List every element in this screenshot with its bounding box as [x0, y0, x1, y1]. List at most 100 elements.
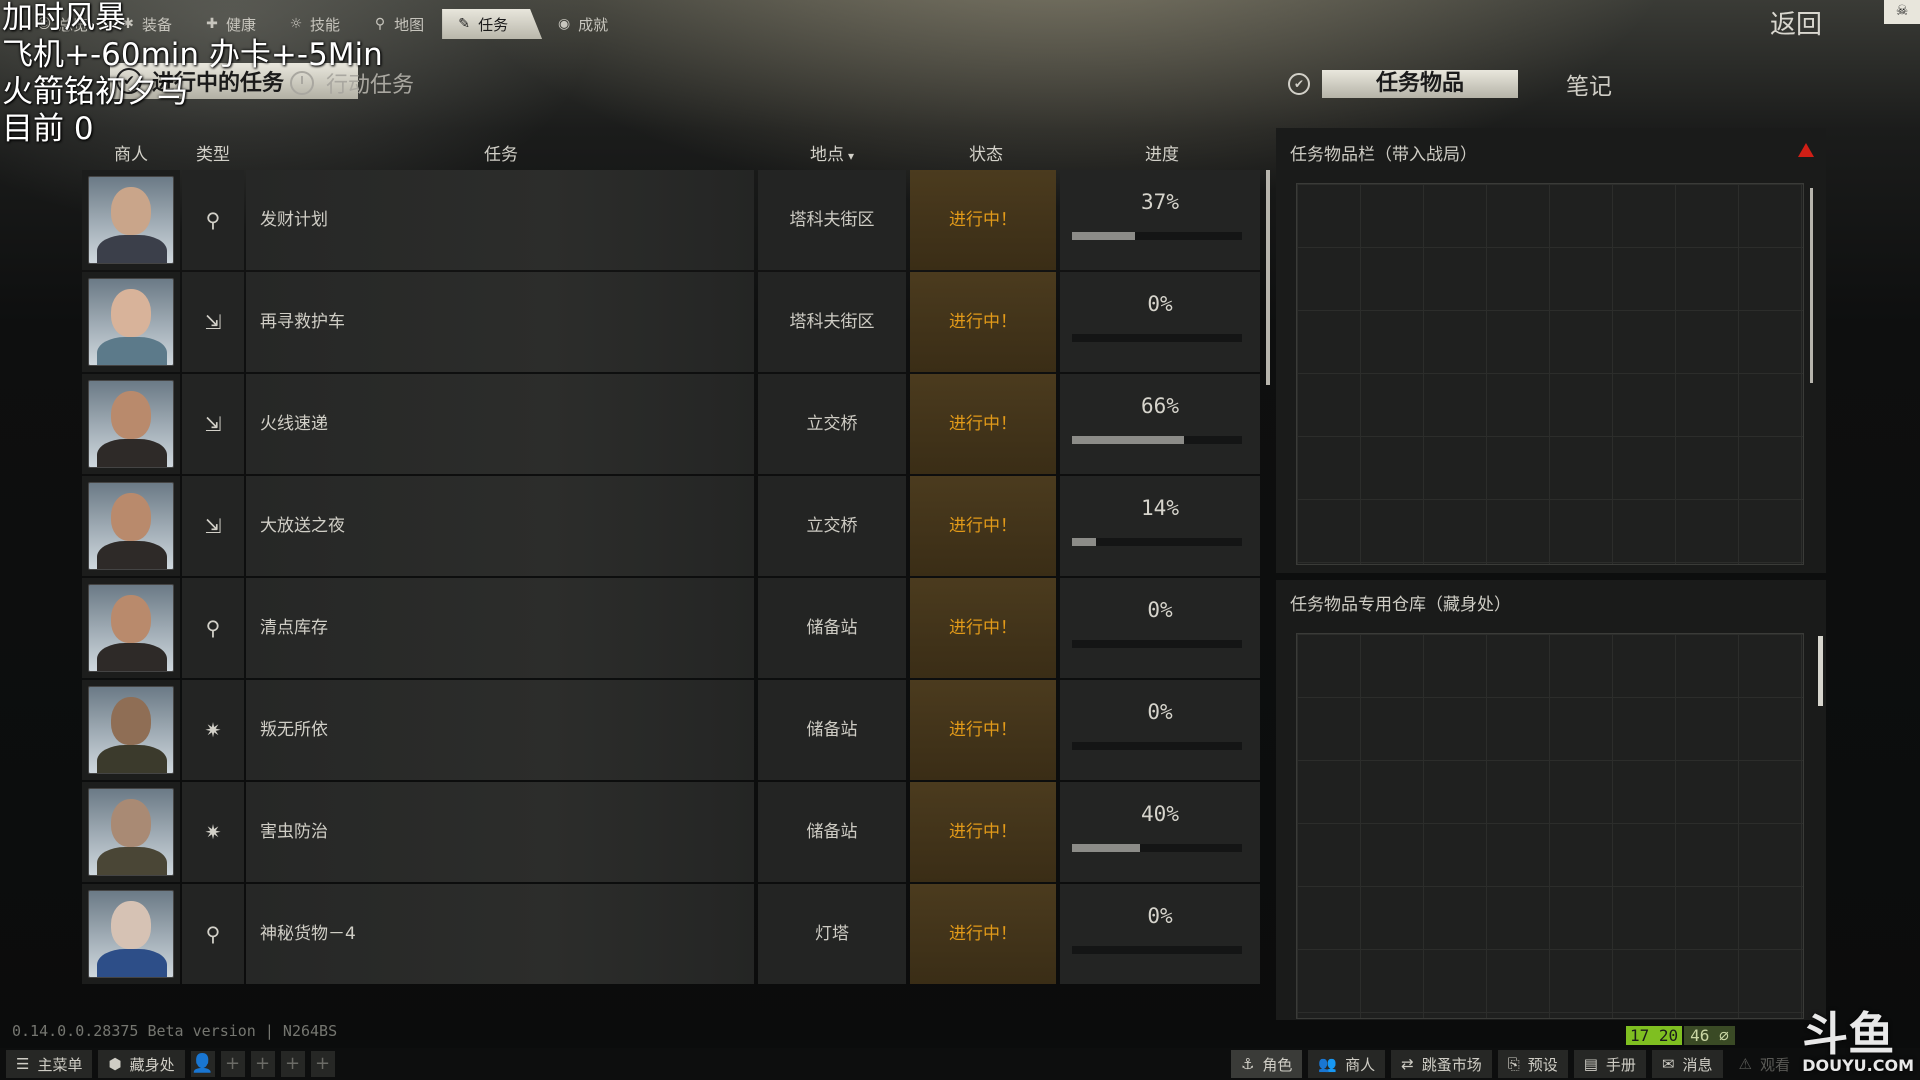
task-location: 塔科夫街区	[758, 272, 906, 372]
task-progress-fill	[1072, 232, 1135, 240]
task-status: 进行中！	[910, 374, 1056, 474]
task-progress-cell: 66%	[1060, 374, 1260, 474]
achievement-icon: ◉	[557, 16, 571, 32]
task-location: 立交桥	[758, 374, 906, 474]
trader-avatar[interactable]	[88, 176, 174, 264]
header-task[interactable]: 任务	[484, 140, 518, 165]
avatar-head	[111, 901, 151, 949]
button-label: 预设	[1527, 1055, 1558, 1074]
task-row[interactable]: ⇲ 再寻救护车 塔科夫街区 进行中！ 0%	[82, 272, 1264, 374]
trader-avatar[interactable]	[88, 686, 174, 774]
edit-icon: ✎	[458, 16, 470, 32]
task-location: 塔科夫街区	[758, 170, 906, 270]
handbook-button[interactable]: ▤ 手册	[1573, 1050, 1646, 1078]
task-progress-cell: 14%	[1060, 476, 1260, 576]
trader-avatar[interactable]	[88, 890, 174, 978]
header-progress[interactable]: 进度	[1145, 140, 1179, 165]
trader-avatar[interactable]	[88, 584, 174, 672]
empty-slot[interactable]: +	[280, 1051, 305, 1077]
trader-avatar-cell	[82, 272, 180, 372]
right-tabs: ✔ 任务物品 笔记	[1288, 63, 1612, 101]
button-label: 藏身处	[129, 1055, 175, 1074]
presets-button[interactable]: ⎘ 预设	[1497, 1050, 1568, 1078]
traders-button[interactable]: 👥 商人	[1308, 1050, 1386, 1078]
trader-avatar[interactable]	[88, 380, 174, 468]
task-name[interactable]: 清点库存	[246, 578, 754, 678]
header-location[interactable]: 地点 ▾	[810, 140, 854, 165]
task-location: 储备站	[758, 578, 906, 678]
character-button[interactable]: ⚓ 角色	[1230, 1050, 1303, 1078]
douyu-site: DOUYU.COM	[1802, 1056, 1914, 1075]
stash-items-title: 任务物品专用仓库（藏身处）	[1290, 595, 1511, 615]
profile-slot[interactable]: 👤	[190, 1051, 215, 1077]
raid-items-scrollbar[interactable]	[1810, 188, 1813, 383]
task-row[interactable]: ⚲ 清点库存 储备站 进行中！ 0%	[82, 578, 1264, 680]
task-name[interactable]: 再寻救护车	[246, 272, 754, 372]
header-status[interactable]: 状态	[969, 140, 1003, 165]
raid-items-grid[interactable]	[1296, 183, 1804, 565]
stash-items-panel: 任务物品专用仓库（藏身处）	[1276, 580, 1826, 1020]
task-list-scrollbar[interactable]	[1266, 170, 1270, 385]
trader-avatar[interactable]	[88, 482, 174, 570]
overlay-line-1: 加时风暴	[2, 0, 126, 36]
task-row[interactable]: ✷ 害虫防治 储备站 进行中！ 40%	[82, 782, 1264, 884]
task-status: 进行中！	[910, 476, 1056, 576]
task-type-cell: ⇲	[182, 476, 244, 576]
task-row[interactable]: ⚲ 神秘货物－4 灯塔 进行中！ 0%	[82, 884, 1264, 986]
trader-avatar[interactable]	[88, 278, 174, 366]
trader-avatar-cell	[82, 884, 180, 984]
task-name[interactable]: 大放送之夜	[246, 476, 754, 576]
task-location: 储备站	[758, 782, 906, 882]
task-status: 进行中！	[910, 782, 1056, 882]
task-name[interactable]: 叛无所依	[246, 680, 754, 780]
location-pin-icon: ⚲	[205, 208, 221, 232]
header-location-label: 地点	[810, 145, 844, 165]
tab-notes[interactable]: 笔记	[1566, 67, 1612, 101]
messages-button[interactable]: ✉ 消息	[1651, 1050, 1723, 1078]
task-location: 立交桥	[758, 476, 906, 576]
back-button[interactable]: 返回	[1770, 4, 1822, 41]
handbook-icon: ▤	[1583, 1055, 1598, 1073]
watch-button[interactable]: ⚠ 观看	[1729, 1050, 1800, 1078]
avatar-head	[111, 391, 151, 439]
stash-items-scrollbar[interactable]	[1818, 636, 1823, 706]
task-progress-percent: 0%	[1147, 292, 1173, 316]
task-progress-percent: 0%	[1147, 598, 1173, 622]
button-label: 主菜单	[37, 1055, 83, 1074]
bottom-bar: ☰ 主菜单 ⬢ 藏身处 👤 + + + + ⚓ 角色 👥 商人 ⇄ 跳蚤市场 ⎘…	[0, 1048, 1920, 1080]
task-row[interactable]: ⚲ 发财计划 塔科夫街区 进行中！ 37%	[82, 170, 1264, 272]
trader-avatar-cell	[82, 170, 180, 270]
main-menu-button[interactable]: ☰ 主菜单	[6, 1050, 93, 1078]
task-name[interactable]: 神秘货物－4	[246, 884, 754, 984]
trader-avatar[interactable]	[88, 788, 174, 876]
task-row[interactable]: ⇲ 大放送之夜 立交桥 进行中！ 14%	[82, 476, 1264, 578]
task-status: 进行中！	[910, 578, 1056, 678]
task-row[interactable]: ⇲ 火线速递 立交桥 进行中！ 66%	[82, 374, 1264, 476]
tab-quest-items[interactable]: 任务物品	[1322, 70, 1518, 98]
task-name[interactable]: 火线速递	[246, 374, 754, 474]
empty-slot[interactable]: +	[220, 1051, 245, 1077]
empty-slot[interactable]: +	[310, 1051, 335, 1077]
task-name[interactable]: 发财计划	[246, 170, 754, 270]
avatar-body	[97, 643, 167, 671]
hideout-button[interactable]: ⬢ 藏身处	[98, 1050, 185, 1078]
plus-icon: +	[225, 1053, 241, 1074]
location-pin-icon: ⚲	[205, 922, 221, 946]
tab-label: 任务	[478, 15, 509, 34]
flea-market-button[interactable]: ⇄ 跳蚤市场	[1391, 1050, 1492, 1078]
avatar-body	[97, 337, 167, 365]
task-progress-percent: 66%	[1141, 394, 1179, 418]
stash-items-grid[interactable]	[1296, 633, 1804, 1019]
flea-market-icon: ⇄	[1401, 1055, 1414, 1073]
target-icon: ✷	[204, 718, 222, 742]
empty-slot[interactable]: +	[250, 1051, 275, 1077]
task-progress-cell: 40%	[1060, 782, 1260, 882]
trader-avatar-cell	[82, 476, 180, 576]
task-progress-percent: 37%	[1141, 190, 1179, 214]
tab-tasks[interactable]: ✎ 任务	[442, 9, 543, 39]
avatar-head	[111, 595, 151, 643]
task-row[interactable]: ✷ 叛无所依 储备站 进行中！ 0%	[82, 680, 1264, 782]
tab-achievements[interactable]: ◉ 成就	[542, 9, 626, 39]
chevron-down-icon: ▾	[848, 149, 855, 163]
task-name[interactable]: 害虫防治	[246, 782, 754, 882]
